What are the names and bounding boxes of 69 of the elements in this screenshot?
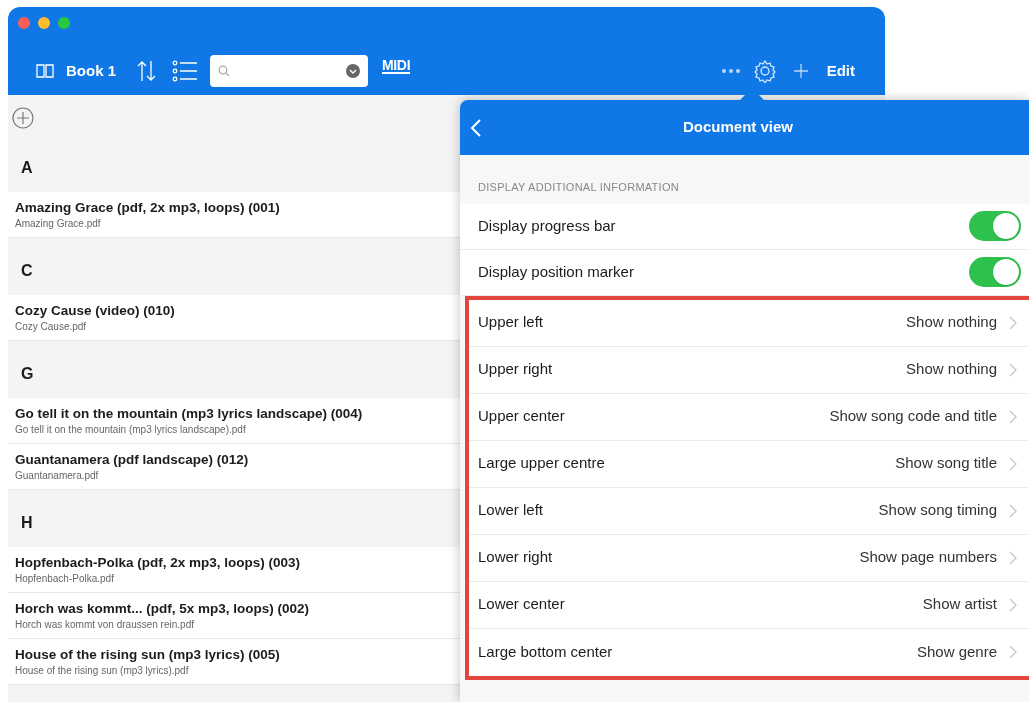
- option-value: Show song timing: [878, 500, 997, 521]
- option-row[interactable]: Large upper centre Show song title: [469, 440, 1029, 488]
- chevron-icon: [1009, 550, 1017, 565]
- option-value: Show nothing: [906, 359, 997, 380]
- song-title: Cozy Cause (video) (010): [15, 302, 175, 320]
- option-value: Show song title: [895, 453, 997, 474]
- chevron-icon: [1009, 645, 1017, 659]
- section-letter: A: [21, 158, 33, 178]
- more-icon[interactable]: [720, 68, 741, 74]
- song-title: Guantanamera (pdf landscape) (012): [15, 451, 249, 469]
- section-letter: H: [21, 513, 33, 533]
- song-file: Horch was kommt von draussen rein.pdf: [15, 618, 194, 631]
- toggle-switch[interactable]: [969, 257, 1021, 287]
- option-value: Show artist: [922, 594, 997, 615]
- search-field[interactable]: [210, 55, 368, 87]
- song-title: Horch was kommt... (pdf, 5x mp3, loops) (002): [15, 600, 310, 618]
- option-label: Large bottom center: [478, 641, 614, 662]
- list-icon[interactable]: [172, 59, 198, 83]
- option-label: Large upper centre: [478, 453, 606, 474]
- song-title: Go tell it on the mountain (mp3 lyrics landscape) (004): [15, 405, 363, 423]
- add-circle-icon[interactable]: [12, 107, 34, 129]
- sort-icon[interactable]: [136, 59, 158, 83]
- option-label: Upper center: [478, 406, 566, 427]
- settings-icon[interactable]: [752, 59, 777, 83]
- toggle-switch[interactable]: [969, 211, 1021, 241]
- song-file: Hopfenbach-Polka.pdf: [15, 572, 114, 585]
- song-title: Amazing Grace (pdf, 2x mp3, loops) (001): [15, 199, 280, 217]
- add-icon[interactable]: [792, 63, 809, 79]
- song-title: House of the rising sun (mp3 lyrics) (005): [15, 646, 280, 664]
- option-value: Show nothing: [906, 312, 997, 333]
- dropdown-icon[interactable]: [346, 64, 360, 78]
- option-row[interactable]: Lower right Show page numbers: [469, 534, 1029, 582]
- option-row[interactable]: Upper center Show song code and title: [469, 393, 1029, 441]
- minimize-window-icon[interactable]: [38, 17, 50, 29]
- chevron-icon: [1009, 597, 1017, 612]
- section-letter: C: [21, 261, 33, 281]
- edit-button[interactable]: Edit: [826, 59, 855, 83]
- option-row[interactable]: Lower left Show song timing: [469, 487, 1029, 535]
- book-button[interactable]: Book 1: [66, 59, 116, 83]
- option-label: Upper left: [478, 312, 545, 333]
- setting-label: Display progress bar: [478, 215, 617, 236]
- chevron-icon: [1009, 362, 1017, 377]
- chevron-icon: [1009, 456, 1017, 471]
- song-file: House of the rising sun (mp3 lyrics).pdf: [15, 664, 189, 677]
- song-file: Go tell it on the mountain (mp3 lyrics landscape).pdf: [15, 423, 246, 436]
- back-icon[interactable]: [470, 117, 482, 138]
- song-file: Cozy Cause.pdf: [15, 320, 87, 333]
- option-label: Lower right: [478, 547, 554, 568]
- option-label: Lower center: [478, 594, 566, 615]
- section-header: DISPLAY ADDITIONAL INFORMATION: [478, 180, 679, 195]
- setting-label: Display position marker: [478, 261, 635, 282]
- option-row[interactable]: Lower center Show artist: [469, 581, 1029, 629]
- section-letter: G: [21, 364, 34, 384]
- zoom-window-icon[interactable]: [58, 17, 70, 29]
- chevron-icon: [1009, 409, 1017, 424]
- option-row[interactable]: Upper left Show nothing: [469, 299, 1029, 347]
- book-icon[interactable]: [36, 63, 54, 79]
- search-icon: [218, 65, 230, 77]
- popover-title: Document view: [683, 117, 794, 138]
- chevron-icon: [1009, 503, 1017, 518]
- option-label: Upper right: [478, 359, 554, 380]
- song-file: Guantanamera.pdf: [15, 469, 99, 482]
- option-row[interactable]: Upper right Show nothing: [469, 346, 1029, 394]
- midi-logo[interactable]: MIDI: [382, 58, 411, 74]
- chevron-icon: [1009, 315, 1017, 330]
- song-file: Amazing Grace.pdf: [15, 217, 101, 230]
- option-label: Lower left: [478, 500, 545, 521]
- option-value: Show genre: [916, 641, 997, 662]
- song-title: Hopfenbach-Polka (pdf, 2x mp3, loops) (003): [15, 554, 301, 572]
